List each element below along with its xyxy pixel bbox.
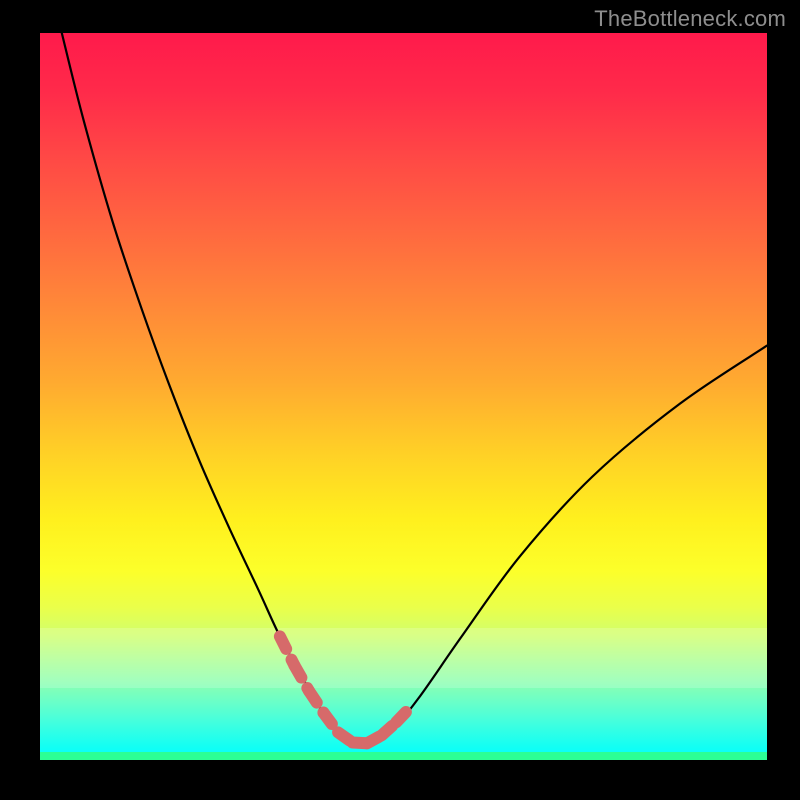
plot-area <box>40 33 767 760</box>
watermark-text: TheBottleneck.com <box>594 6 786 32</box>
bottleneck-curve <box>62 33 767 745</box>
highlight-markers <box>280 636 411 743</box>
marker-segment <box>396 707 411 722</box>
chart-canvas: TheBottleneck.com <box>0 0 800 800</box>
chart-svg <box>40 33 767 760</box>
